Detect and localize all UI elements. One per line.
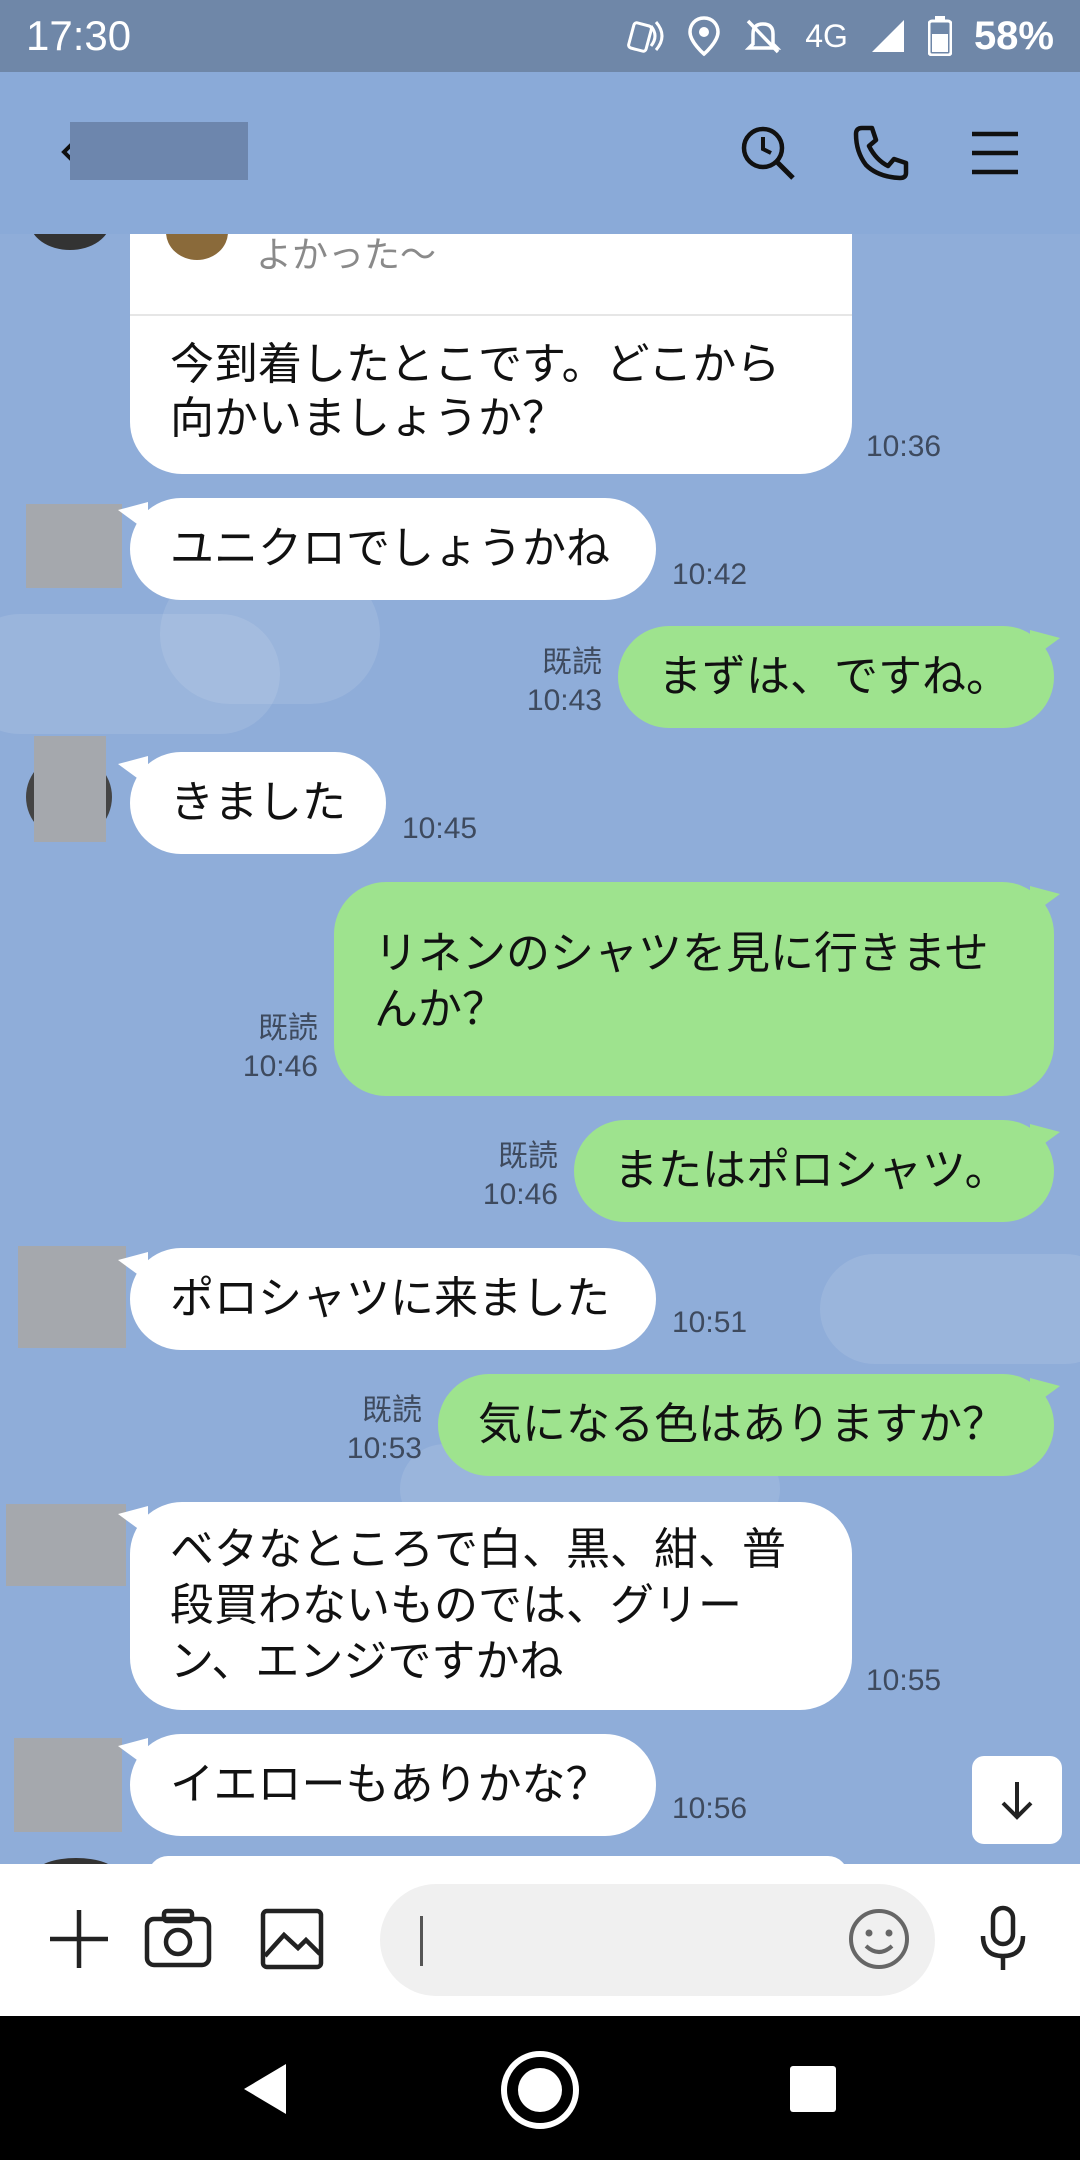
arrow-down-icon xyxy=(1001,1782,1033,1820)
message-text: またはポロシャツ。 xyxy=(614,1145,1009,1196)
system-nav-bar xyxy=(0,2016,1080,2160)
reply-message-bubble[interactable]: よかった〜 今到着したとこです。どこから 向かいましょうか？ xyxy=(130,234,852,474)
message-time: 10:46 xyxy=(482,1178,558,1211)
message-text: 気になる色はありますか？ xyxy=(478,1399,1006,1450)
emoji-button[interactable] xyxy=(842,1902,916,1976)
avatar[interactable] xyxy=(26,504,122,588)
add-button[interactable] xyxy=(42,1902,116,1976)
chat-area[interactable]: よかった〜 今到着したとこです。どこから 向かいましょうか？ 10:36 ユニク… xyxy=(0,234,1080,1864)
message-time: 10:43 xyxy=(526,684,602,717)
image-icon xyxy=(260,1908,324,1970)
menu-button[interactable] xyxy=(962,120,1028,186)
outgoing-message[interactable]: リネンのシャツを見に行きませ んか？ xyxy=(334,882,1054,1096)
outgoing-message[interactable]: またはポロシャツ。 xyxy=(574,1120,1054,1222)
incoming-message[interactable]: ベタなところで白、黒、紺、普 段買わないものでは、グリー ン、エンジですかね xyxy=(130,1502,852,1710)
message-time: 10:56 xyxy=(672,1792,748,1825)
plus-icon xyxy=(50,1910,108,1968)
message-text: リネンのシャツを見に行きませ んか？ xyxy=(374,928,989,1035)
read-receipt: 既読 10:46 xyxy=(226,1010,318,1086)
chat-header xyxy=(0,72,1080,234)
nav-home-button[interactable] xyxy=(498,2048,582,2132)
menu-icon xyxy=(972,131,1018,175)
avatar-redacted xyxy=(34,736,106,842)
read-receipt: 既読 10:43 xyxy=(510,644,602,720)
message-time: 10:46 xyxy=(242,1050,318,1083)
recents-square-icon xyxy=(790,2066,836,2112)
search-button[interactable] xyxy=(735,120,801,186)
incoming-message[interactable]: ポロシャツに来ました xyxy=(130,1248,656,1350)
message-input-bar xyxy=(0,1864,1080,2016)
phone-icon xyxy=(853,125,909,181)
avatar[interactable] xyxy=(18,1246,126,1348)
message-text: ポロシャツに来ました xyxy=(170,1273,610,1324)
microphone-icon xyxy=(980,1905,1026,1970)
scroll-to-bottom-button[interactable] xyxy=(972,1756,1062,1844)
status-bar: 17:30 4G 58% xyxy=(0,0,1080,72)
read-label: 既読 xyxy=(542,646,602,679)
message-time: 10:55 xyxy=(866,1664,942,1697)
message-text: きました xyxy=(170,777,346,828)
incoming-message[interactable]: ユニクロでしょうかね xyxy=(130,498,656,600)
voice-button[interactable] xyxy=(966,1902,1040,1976)
nav-back-button[interactable] xyxy=(228,2052,302,2126)
message-text: ユニクロでしょうかね xyxy=(170,523,610,574)
message-text: 今到着したとこです。どこから 向かいましょうか？ xyxy=(170,339,781,444)
status-icons: 4G 58% xyxy=(625,14,1054,59)
text-caret xyxy=(420,1916,423,1966)
search-history-icon xyxy=(741,126,795,180)
call-button[interactable] xyxy=(848,120,914,186)
network-type: 4G xyxy=(805,17,848,54)
message-text: ベタなところで白、黒、紺、普 段買わないものでは、グリー ン、エンジですかね xyxy=(170,1524,786,1687)
message-text: まずは、ですね。 xyxy=(658,651,1010,702)
avatar[interactable] xyxy=(14,1738,122,1832)
image-button[interactable] xyxy=(256,1902,330,1976)
camera-icon xyxy=(144,1908,212,1968)
smile-icon xyxy=(849,1909,909,1969)
camera-button[interactable] xyxy=(142,1902,216,1976)
avatar[interactable] xyxy=(6,1504,126,1586)
incoming-message[interactable]: イエローもありかな？ xyxy=(130,1734,656,1836)
status-time: 17:30 xyxy=(26,12,132,59)
message-time: 10:51 xyxy=(672,1306,748,1339)
back-triangle-icon xyxy=(244,2064,286,2114)
chat-name-redacted xyxy=(70,122,248,180)
nav-recents-button[interactable] xyxy=(776,2052,850,2126)
outgoing-message[interactable]: 気になる色はありますか？ xyxy=(438,1374,1054,1476)
read-receipt: 既読 10:53 xyxy=(330,1392,422,1468)
bell-off-icon xyxy=(743,16,783,56)
signal-icon xyxy=(870,18,906,54)
incoming-message[interactable]: きました xyxy=(130,752,386,854)
avatar[interactable] xyxy=(30,234,110,250)
reply-thumbnail xyxy=(166,234,228,260)
read-label: 既読 xyxy=(362,1394,422,1427)
battery-percent: 58% xyxy=(973,13,1054,58)
battery-icon xyxy=(927,16,952,56)
nfc-icon xyxy=(625,16,665,56)
message-time: 10:36 xyxy=(866,430,942,463)
read-label: 既読 xyxy=(498,1140,558,1173)
message-time: 10:53 xyxy=(346,1432,422,1465)
incoming-message[interactable] xyxy=(148,1856,848,1864)
divider xyxy=(130,314,852,316)
message-time: 10:45 xyxy=(402,812,478,845)
message-text: イエローもありかな？ xyxy=(170,1759,610,1810)
message-time: 10:42 xyxy=(672,558,748,591)
location-icon xyxy=(687,15,721,57)
read-label: 既読 xyxy=(258,1012,318,1045)
outgoing-message[interactable]: まずは、ですね。 xyxy=(618,626,1054,728)
read-receipt: 既読 10:46 xyxy=(466,1138,558,1214)
reply-quote-text: よかった〜 xyxy=(256,235,437,276)
home-circle-icon xyxy=(501,2051,579,2129)
